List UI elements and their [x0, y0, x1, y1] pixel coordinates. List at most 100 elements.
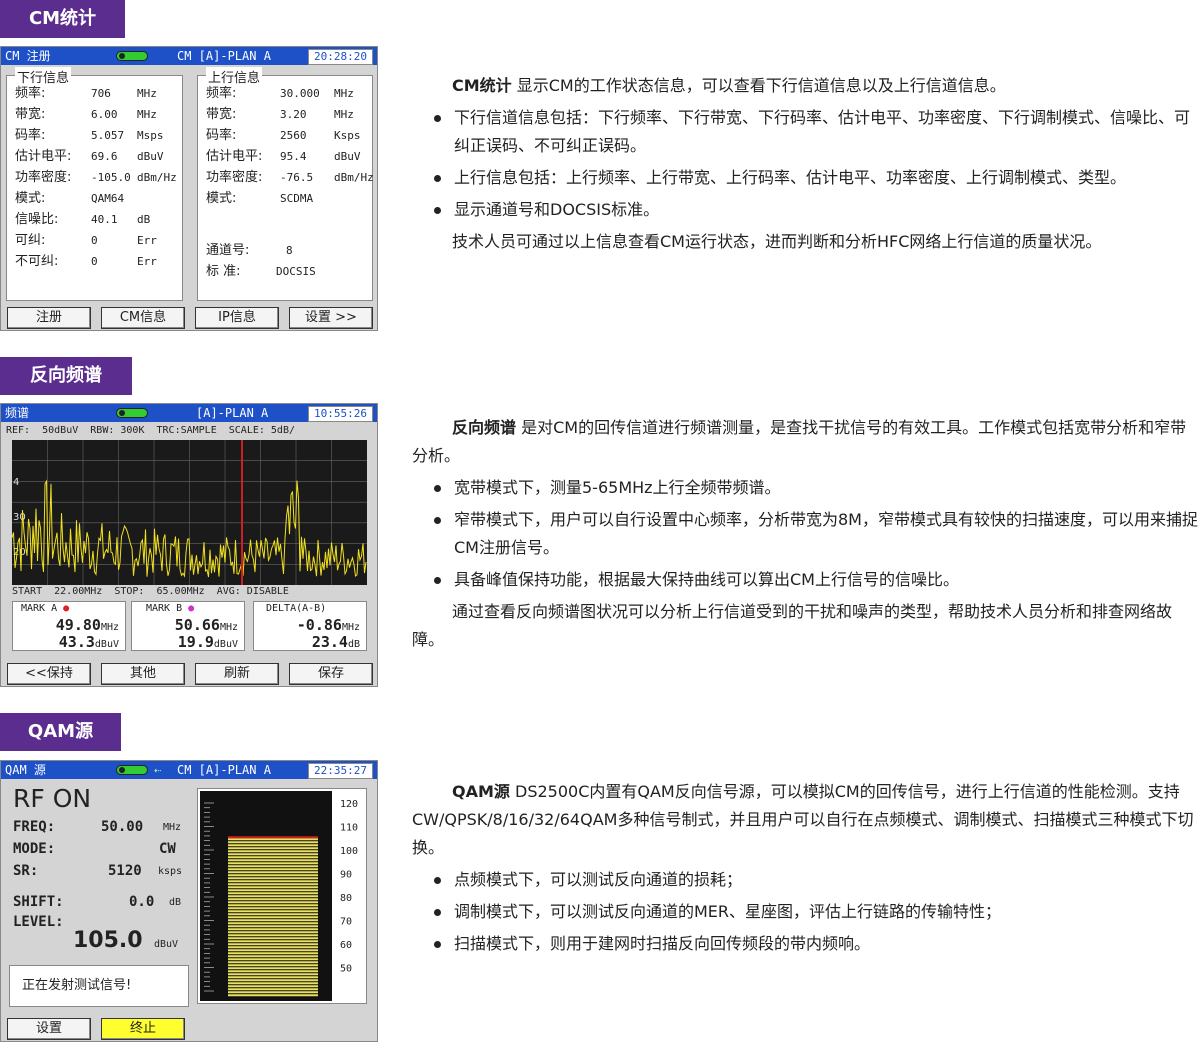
meter-bar-segment [228, 958, 318, 961]
meter-bar-segment [228, 892, 318, 895]
meter-bar-segment [228, 859, 318, 862]
y-axis-label: 30 [13, 512, 26, 523]
meter-bar-segment [228, 946, 318, 949]
cm-description: CM统计 显示CM的工作状态信息，可以查看下行信道信息以及上行信道信息。 下行信… [412, 72, 1200, 256]
meter-bar-segment [228, 961, 318, 964]
meter-bar-segment [228, 904, 318, 907]
meter-bar-segment [228, 901, 318, 904]
meter-bar-segment [228, 847, 318, 850]
level-value: 105.0 [73, 928, 143, 953]
channel-row: 通道号: 8 [206, 243, 293, 258]
qam-source-screen: QAM 源 ⇠ CM [A]-PLAN A 22:35:27 RF ON FRE… [0, 760, 378, 1042]
meter-bar-segment [228, 949, 318, 952]
meter-scale-label: 80 [340, 893, 352, 904]
info-row: 估计电平: 69.6 dBuV [15, 149, 164, 164]
meter-bar-segment [228, 973, 318, 976]
marker-dot-icon: ● [63, 603, 70, 614]
list-item: 扫描模式下，则用于建网时扫描反向回传频段的带内频响。 [412, 930, 1200, 958]
softkey-bar: 设置 终止 [1, 1015, 377, 1041]
list-item: 具备峰值保持功能，根据最大保持曲线可以算出CM上行信号的信噪比。 [412, 566, 1200, 594]
cm-stats-screen: CM 注册 CM [A]-PLAN A 20:28:20 下行信息 频率: 706… [0, 46, 378, 331]
battery-icon [116, 408, 148, 418]
meter-scale-label: 120 [340, 799, 358, 810]
info-row: 估计电平: 95.4 dBuV [206, 149, 361, 164]
screen-title: QAM 源 [5, 763, 46, 777]
meter-scale-label: 100 [340, 846, 358, 857]
meter-bar-segment [228, 928, 318, 931]
meter-bar-segment [228, 889, 318, 892]
meter-bar-segment [228, 853, 318, 856]
freq-row: FREQ: 50.00 MHz [13, 819, 182, 835]
section-tab-spectrum: 反向频谱 [0, 357, 132, 395]
mode-row: MODE: CW [13, 841, 176, 857]
list-item: 点频模式下，可以测试反向通道的损耗； [412, 866, 1200, 894]
info-row: 功率密度: -76.5 dBm/Hz [206, 170, 374, 185]
meter-bar-segment [228, 883, 318, 886]
hold-button[interactable]: <<保持 [7, 663, 91, 685]
settings-button[interactable]: 设置 >> [289, 307, 373, 329]
info-row: 功率密度: -105.0 dBm/Hz [15, 170, 177, 185]
ip-info-button[interactable]: IP信息 [195, 307, 279, 329]
stop-button[interactable]: 终止 [101, 1018, 185, 1040]
meter-bar-segment [228, 886, 318, 889]
meter-bar-segment [228, 862, 318, 865]
meter-bar-segment [228, 913, 318, 916]
meter-bar-segment [228, 943, 318, 946]
rf-status: RF ON [13, 784, 92, 813]
info-row: 可纠: 0 Err [15, 233, 157, 248]
plan-label: [A]-PLAN A [196, 406, 269, 420]
meter-bar-segment [228, 940, 318, 943]
refresh-button[interactable]: 刷新 [195, 663, 279, 685]
meter-bar-segment [228, 955, 318, 958]
meter-bar-segment [228, 895, 318, 898]
info-row: 码率: 5.057 Msps [15, 128, 164, 143]
info-row: 模式: SCDMA [206, 191, 314, 206]
marker-b: MARK B ● 50.66MHz 19.9dBuV [131, 601, 245, 651]
screen-title: CM 注册 [5, 49, 51, 63]
title-bar: QAM 源 ⇠ CM [A]-PLAN A 22:35:27 [1, 761, 377, 779]
meter-bar-segment [228, 844, 318, 847]
settings-button[interactable]: 设置 [7, 1018, 91, 1040]
marker-a: MARK A ● 49.80MHz 43.3dBuV [12, 601, 126, 651]
info-row: 带宽: 3.20 MHz [206, 107, 354, 122]
battery-icon [116, 765, 148, 775]
meter-bar-segment [228, 982, 318, 985]
register-button[interactable]: 注册 [7, 307, 91, 329]
plan-label: CM [A]-PLAN A [177, 49, 271, 63]
other-button[interactable]: 其他 [101, 663, 185, 685]
meter-bar-segment [228, 925, 318, 928]
meter-bar-segment [228, 874, 318, 877]
summary: 通过查看反向频谱图状况可以分析上行信道受到的干扰和噪声的类型，帮助技术人员分析和… [412, 602, 1173, 649]
meter-scale-label: 110 [340, 823, 358, 834]
qam-description: QAM源 DS2500C内置有QAM反向信号源，可以模拟CM的回传信号，进行上行… [412, 778, 1200, 958]
title-bar: CM 注册 CM [A]-PLAN A 20:28:20 [1, 47, 377, 65]
meter-scale-label: 90 [340, 870, 352, 881]
softkey-bar: 注册 CM信息 IP信息 设置 >> [1, 304, 377, 330]
meter-bar-segment [228, 967, 318, 970]
meter-bar-segment [228, 994, 318, 997]
meter-bar-segment [228, 880, 318, 883]
meter-scale-label: 60 [340, 940, 352, 951]
meter-bar-segment [228, 868, 318, 871]
spectrum-params: REF: 50dBuV RBW: 300K TRC:SAMPLE SCALE: … [6, 425, 295, 436]
cm-info-button[interactable]: CM信息 [101, 307, 185, 329]
list-item: 窄带模式下，用户可以自行设置中心频率，分析带宽为8M，窄带模式具有较快的扫描速度… [412, 506, 1200, 562]
meter-bar-segment [228, 856, 318, 859]
meter-bar-segment [228, 871, 318, 874]
level-label: LEVEL: [13, 914, 64, 930]
meter-bar-segment [228, 916, 318, 919]
sr-row: SR: 5120 ksps [13, 863, 183, 879]
save-button[interactable]: 保存 [289, 663, 373, 685]
info-row: 带宽: 6.00 MHz [15, 107, 157, 122]
meter-bar-segment [228, 976, 318, 979]
meter-bar-segment [228, 937, 318, 940]
section-tab-qam: QAM源 [0, 713, 121, 751]
meter-bar-segment [228, 988, 318, 991]
meter-bar-segment [228, 838, 318, 841]
list-item: 宽带模式下，测量5-65MHz上行全频带频谱。 [412, 474, 1200, 502]
list-item: 调制模式下，可以测试反向通道的MER、星座图，评估上行链路的传输特性； [412, 898, 1200, 926]
status-message: 正在发射测试信号! [9, 965, 189, 1007]
list-item: 上行信息包括：上行频率、上行带宽、上行码率、估计电平、功率密度、上行调制模式、类… [412, 164, 1200, 192]
spectrum-description: 反向频谱 是对CM的回传信道进行频谱测量，是查找干扰信号的有效工具。工作模式包括… [412, 414, 1200, 654]
screen-title: 频谱 [5, 406, 30, 420]
